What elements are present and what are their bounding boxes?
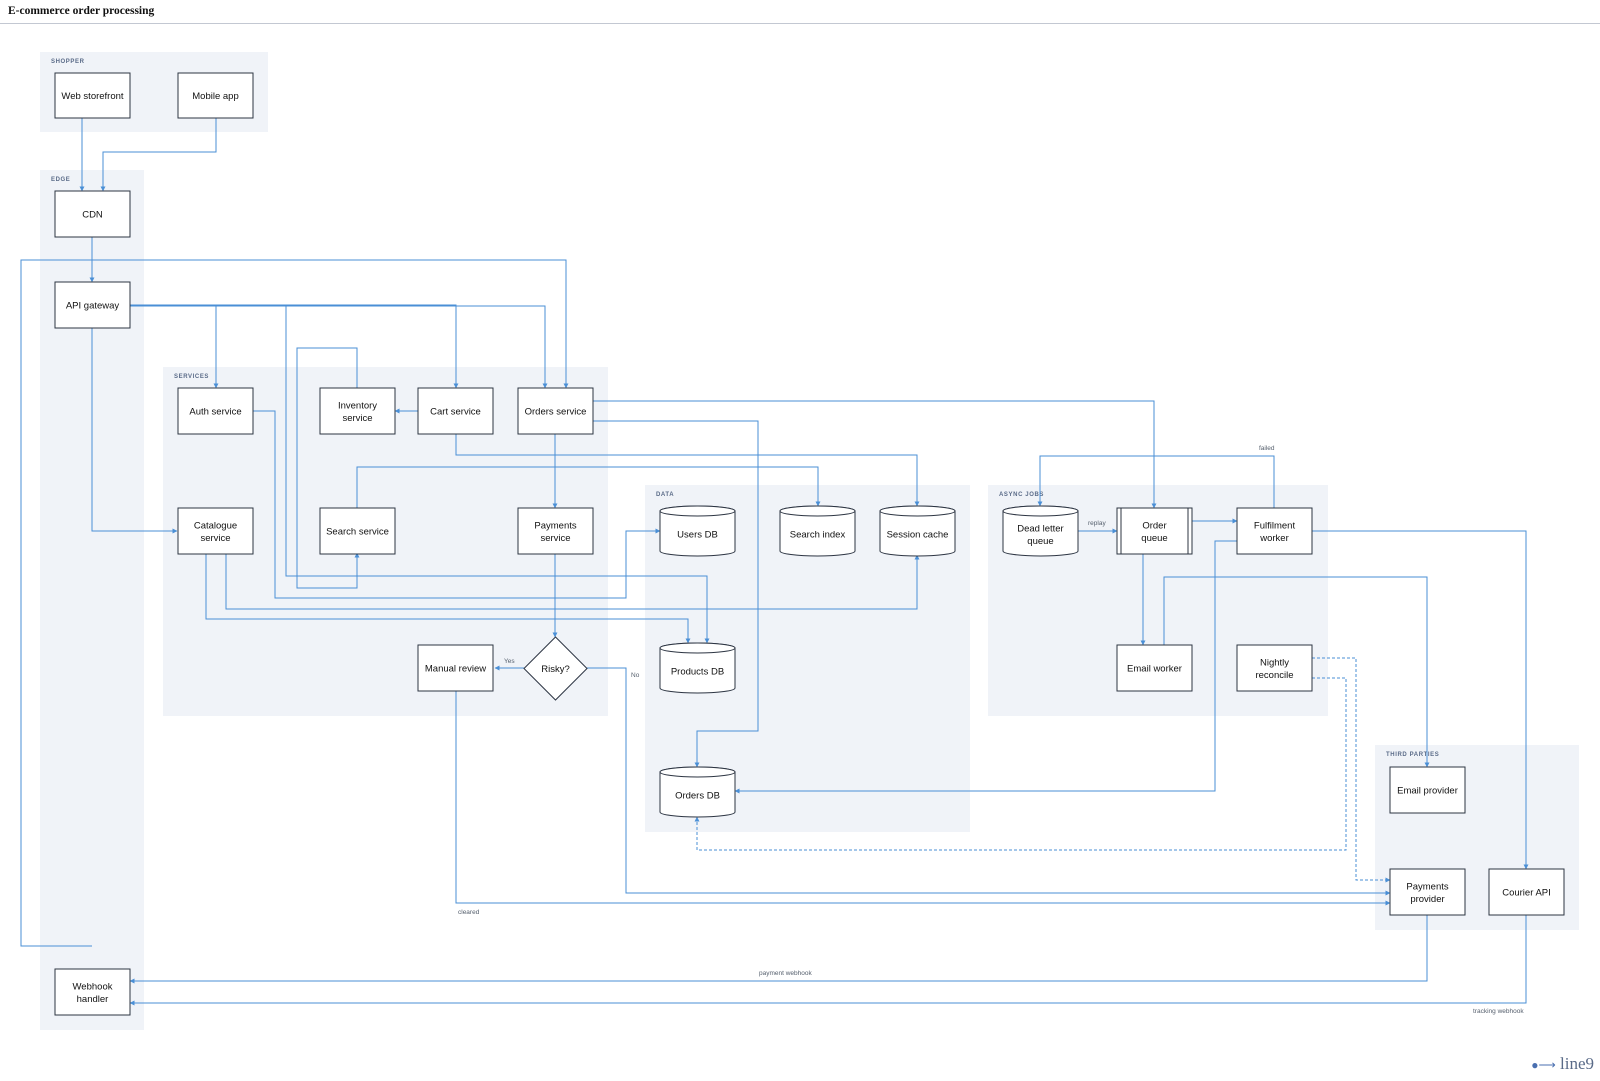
node-auth[interactable]: Auth service: [177, 387, 254, 435]
node-label: Mobile app: [192, 91, 238, 102]
edge-label-yes: Yes: [504, 658, 515, 665]
diagram-canvas[interactable]: SHOPPER EDGE SERVICES DATA ASYNC JOBS TH…: [0, 0, 1600, 1081]
edge-courier-webhook: [129, 915, 1527, 1006]
database-top: [779, 505, 856, 517]
node-label: Search service: [326, 527, 389, 538]
node-nightly[interactable]: Nightly reconcile: [1236, 644, 1313, 692]
node-search[interactable]: Search service: [319, 507, 396, 555]
node-label: Products DB: [671, 667, 724, 678]
node-label: Dead letter: [1017, 523, 1063, 534]
node-label: service: [342, 413, 372, 424]
node-cart[interactable]: Cart service: [417, 387, 494, 435]
group-label-async: ASYNC JOBS: [999, 492, 1044, 498]
node-session[interactable]: Session cache: [879, 505, 956, 557]
database-top: [659, 642, 736, 654]
node-label: Catalogue: [194, 520, 237, 531]
node-catalogue[interactable]: Catalogue service: [177, 507, 254, 555]
database-top: [659, 766, 736, 778]
group-label-data: DATA: [656, 492, 674, 498]
edge-label-tracking-webhook: tracking webhook: [1473, 1008, 1524, 1015]
node-label: queue: [1141, 533, 1167, 544]
edge-label-payment-webhook: payment webhook: [759, 970, 813, 977]
node-label: Search index: [790, 530, 846, 541]
node-usersdb[interactable]: Users DB: [659, 505, 736, 557]
node-label: service: [200, 533, 230, 544]
node-label: Auth service: [189, 407, 241, 418]
node-label: Order: [1142, 520, 1166, 531]
node-label: Payments: [1406, 881, 1448, 892]
node-orders[interactable]: Orders service: [517, 387, 594, 435]
node-payprov[interactable]: Payments provider: [1389, 868, 1466, 916]
node-label: queue: [1027, 536, 1053, 547]
node-label: Manual review: [425, 664, 486, 675]
node-courier[interactable]: Courier API: [1488, 868, 1565, 916]
edge-label-cleared: cleared: [458, 909, 480, 916]
edge-label-no: No: [631, 672, 640, 679]
edge-label-failed: failed: [1259, 445, 1275, 452]
node-label: API gateway: [66, 301, 120, 312]
node-web[interactable]: Web storefront: [54, 72, 131, 119]
node-label: Webhook: [73, 981, 113, 992]
node-label: Orders service: [525, 407, 587, 418]
edge-label-replay: replay: [1088, 520, 1106, 527]
database-top: [879, 505, 956, 517]
group-label-shopper: SHOPPER: [51, 59, 85, 65]
node-emailprov[interactable]: Email provider: [1389, 766, 1466, 814]
node-label: provider: [1410, 894, 1444, 905]
node-api[interactable]: API gateway: [54, 281, 131, 329]
node-email[interactable]: Email worker: [1116, 644, 1193, 692]
node-label: Session cache: [887, 530, 949, 541]
node-label: Users DB: [677, 530, 718, 541]
brand-logo: ●⟶ line9: [1531, 1054, 1594, 1073]
node-label: CDN: [82, 210, 103, 221]
node-inventory[interactable]: Inventory service: [319, 387, 396, 435]
group-label-services: SERVICES: [174, 374, 209, 380]
node-label: Email worker: [1127, 664, 1182, 675]
group-label-edge: EDGE: [51, 177, 70, 183]
node-searchidx[interactable]: Search index: [779, 505, 856, 557]
group-label-third-parties: THIRD PARTIES: [1386, 752, 1439, 758]
node-label: Payments: [534, 520, 576, 531]
node-productsdb[interactable]: Products DB: [659, 642, 736, 694]
node-orderq[interactable]: Order queue: [1116, 507, 1193, 555]
node-label: worker: [1259, 533, 1289, 544]
node-webhook[interactable]: Webhook handler: [54, 968, 131, 1016]
node-label: Nightly: [1260, 657, 1289, 668]
node-ordersdb[interactable]: Orders DB: [659, 766, 736, 818]
node-payments[interactable]: Payments service: [517, 507, 594, 555]
node-label: Orders DB: [675, 791, 720, 802]
node-cdn[interactable]: CDN: [54, 190, 131, 238]
node-mobile[interactable]: Mobile app: [177, 72, 254, 119]
node-label: service: [540, 533, 570, 544]
node-fulfil[interactable]: Fulfilment worker: [1236, 507, 1313, 555]
node-manual[interactable]: Manual review: [417, 644, 494, 692]
node-label: Courier API: [1502, 888, 1551, 899]
node-label: Web storefront: [61, 91, 123, 102]
node-dlq[interactable]: Dead letter queue: [1002, 505, 1079, 557]
brand-name: line9: [1560, 1054, 1594, 1073]
database-top: [1002, 505, 1079, 517]
database-top: [659, 505, 736, 517]
node-label: handler: [77, 994, 109, 1005]
node-label: Fulfilment: [1254, 520, 1296, 531]
node-label: Inventory: [338, 400, 377, 411]
node-label: Risky?: [541, 664, 570, 675]
node-label: Email provider: [1397, 786, 1458, 797]
node-label: Cart service: [430, 407, 481, 418]
node-label: reconcile: [1255, 670, 1293, 681]
